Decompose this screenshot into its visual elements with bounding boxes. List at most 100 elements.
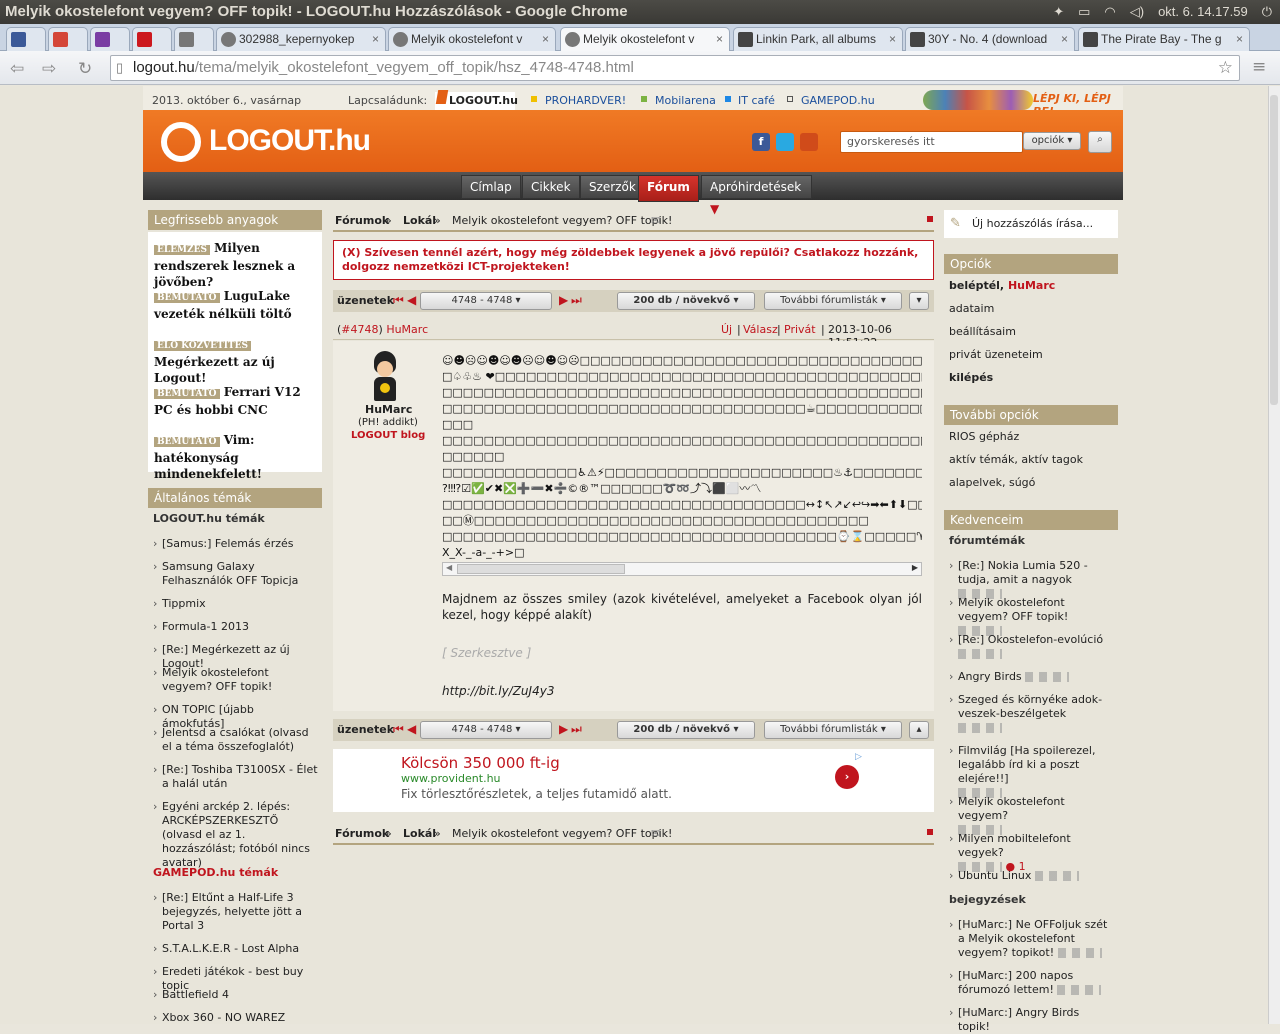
last-page-icon[interactable]: ⏭ bbox=[571, 722, 582, 737]
search-options-dropdown[interactable]: opciók ▾ bbox=[1023, 132, 1081, 150]
nav-cimlap[interactable]: Címlap bbox=[461, 175, 521, 199]
tab-app[interactable] bbox=[90, 27, 130, 51]
twitter-icon[interactable] bbox=[776, 133, 794, 151]
first-page-icon[interactable]: ⏮ bbox=[393, 722, 404, 737]
site-link-prohardver[interactable]: PROHARDVER! bbox=[545, 94, 626, 107]
topic-link[interactable]: Formula-1 2013 bbox=[153, 620, 318, 634]
tab-gmail[interactable] bbox=[48, 27, 88, 51]
close-tab-icon[interactable]: × bbox=[1236, 28, 1243, 50]
option-link[interactable]: beállításaim bbox=[949, 325, 1016, 338]
topic-link[interactable]: Egyéni arckép 2. lépés: ARCKÉPSZERKESZTŐ… bbox=[153, 800, 318, 870]
per-page-select[interactable]: 200 db / növekvő ▾ bbox=[617, 292, 755, 310]
tab-facebook[interactable] bbox=[6, 27, 46, 51]
topic-action-icons[interactable] bbox=[1025, 672, 1070, 682]
ad-url[interactable]: www.provident.hu bbox=[401, 772, 501, 785]
topic-link[interactable]: [Samus:] Felemás érzés bbox=[153, 537, 318, 551]
topic-action-icons[interactable] bbox=[1034, 871, 1079, 881]
tab-10[interactable]: The Pirate Bay - The g × bbox=[1078, 27, 1250, 51]
facebook-icon[interactable]: f bbox=[752, 133, 770, 151]
ad-box[interactable]: Kölcsön 350 000 ft-ig www.provident.hu F… bbox=[333, 749, 934, 812]
close-tab-icon[interactable]: × bbox=[889, 28, 896, 50]
topic-link[interactable]: Melyik okostelefont vegyem? OFF topik! bbox=[153, 666, 318, 694]
post-author[interactable]: HuMarc bbox=[386, 323, 428, 336]
prev-page-icon[interactable]: ◀ bbox=[407, 722, 416, 736]
topic-action-icons[interactable] bbox=[958, 649, 1002, 659]
news-item[interactable]: ÉLŐ KÖZVETÍTÉS Megérkezett az új Logout! bbox=[154, 336, 318, 386]
tab-9[interactable]: 30Y - No. 4 (download × bbox=[905, 27, 1075, 51]
address-bar[interactable]: ▯ logout.hu/tema/melyik_okostelefont_veg… bbox=[110, 55, 1240, 81]
clock[interactable]: okt. 6. 14.17.59 bbox=[1158, 0, 1248, 24]
post-number[interactable]: #4748 bbox=[341, 323, 378, 336]
close-tab-icon[interactable]: × bbox=[372, 28, 379, 50]
more-link[interactable]: aktív témák, aktív tagok bbox=[949, 453, 1083, 466]
next-page-icon[interactable]: ▶ bbox=[559, 722, 568, 736]
fav-topic[interactable]: Milyen mobiltelefont vegyek? ● 1 bbox=[949, 832, 1109, 874]
fav-topic[interactable]: [Re:] Okostelefon-evolúció bbox=[949, 633, 1109, 661]
collapse-button[interactable]: ▾ bbox=[909, 292, 929, 310]
page-range-select[interactable]: 4748 - 4748 ▾ bbox=[420, 721, 552, 739]
nav-szerzok[interactable]: Szerzők bbox=[580, 175, 645, 199]
nav-cikkek[interactable]: Cikkek bbox=[522, 175, 580, 199]
news-item[interactable]: BEMUTATÓ Ferrari V12 PC és hobbi CNC bbox=[154, 384, 318, 418]
breadcrumb-lokal[interactable]: Lokál bbox=[403, 827, 436, 840]
scroll-right-icon[interactable]: ▶ bbox=[912, 563, 918, 572]
blog-entry[interactable]: [HuMarc:] Angry Birds topik! bbox=[949, 1006, 1109, 1034]
dropbox-icon[interactable]: ✦ bbox=[1053, 0, 1064, 24]
topic-link[interactable]: Jelentsd a csalókat (olvasd el a téma ös… bbox=[153, 726, 318, 754]
per-page-select[interactable]: 200 db / növekvő ▾ bbox=[617, 721, 755, 739]
tab-5[interactable]: 302988_kepernyokep × bbox=[216, 27, 386, 51]
promo-banner[interactable]: (X) Szívesen tennél azért, hogy még zöld… bbox=[333, 240, 934, 280]
tab-active[interactable]: Melyik okostelefont v × bbox=[560, 27, 730, 52]
horizontal-scrollbar[interactable]: ◀ ▶ bbox=[442, 562, 922, 576]
nav-aprohirdetesek[interactable]: Apróhirdetések ▼ bbox=[701, 175, 812, 216]
topic-link[interactable]: Samsung Galaxy Felhasználók OFF Topicja bbox=[153, 560, 318, 588]
author-name[interactable]: HuMarc bbox=[365, 403, 412, 416]
close-tab-icon[interactable]: × bbox=[716, 28, 723, 50]
first-page-icon[interactable]: ⏮ bbox=[393, 293, 404, 308]
edited-note[interactable]: [ Szerkesztve ] bbox=[442, 646, 531, 660]
topic-link[interactable]: Xbox 360 - NO WAREZ bbox=[153, 1011, 318, 1025]
more-link[interactable]: alapelvek, súgó bbox=[949, 476, 1035, 489]
post-new[interactable]: Új bbox=[721, 323, 732, 336]
back-button[interactable]: ⇦ bbox=[10, 59, 24, 79]
wifi-icon[interactable]: ◠ bbox=[1104, 0, 1115, 24]
news-item[interactable]: BEMUTATÓ LuguLake vezeték nélküli töltő bbox=[154, 288, 318, 322]
ad-arrow-icon[interactable]: › bbox=[835, 765, 859, 789]
site-link-itcafe[interactable]: IT café bbox=[738, 94, 775, 107]
topic-link[interactable]: Tippmix bbox=[153, 597, 318, 611]
topic-link[interactable]: [Re:] Toshiba T3100SX - Élet a halál utá… bbox=[153, 763, 318, 791]
option-link[interactable]: adataim bbox=[949, 302, 994, 315]
battery-icon[interactable]: ▭ bbox=[1078, 0, 1090, 24]
scroll-top-button[interactable]: ▴ bbox=[909, 721, 929, 739]
new-post-button[interactable]: ✎ Új hozzászólás írása... bbox=[944, 210, 1118, 238]
scrollbar-thumb[interactable] bbox=[457, 564, 625, 574]
close-tab-icon[interactable]: × bbox=[1061, 28, 1068, 50]
fav-topic[interactable]: Angry Birds bbox=[949, 670, 1109, 684]
search-button[interactable]: ⌕ bbox=[1088, 131, 1112, 153]
more-lists-select[interactable]: További fórumlisták ▾ bbox=[764, 721, 902, 739]
tab-youtube[interactable] bbox=[132, 27, 172, 51]
volume-icon[interactable]: ◁) bbox=[1130, 0, 1144, 24]
tab-8[interactable]: Linkin Park, all albums × bbox=[733, 27, 903, 51]
post-link[interactable]: http://bit.ly/ZuJ4y3 bbox=[442, 684, 554, 698]
nav-forum[interactable]: Fórum bbox=[638, 175, 699, 202]
more-link[interactable]: RIOS gépház bbox=[949, 430, 1019, 443]
blog-entry[interactable]: [HuMarc:] 200 napos fórumozó lettem! bbox=[949, 969, 1109, 997]
site-logo[interactable]: LOGOUT.hu bbox=[209, 124, 371, 158]
prev-page-icon[interactable]: ◀ bbox=[407, 293, 416, 307]
rss-icon[interactable] bbox=[800, 133, 818, 151]
site-link-logout[interactable]: LOGOUT.hu bbox=[449, 94, 518, 107]
breadcrumb-lokal[interactable]: Lokál bbox=[403, 214, 436, 227]
blog-entry[interactable]: [HuMarc:] Ne OFFoljuk szét a Melyik okos… bbox=[949, 918, 1109, 960]
author-blog-link[interactable]: LOGOUT blog bbox=[351, 430, 425, 441]
next-page-icon[interactable]: ▶ bbox=[559, 293, 568, 307]
ad-title[interactable]: Kölcsön 350 000 ft-ig bbox=[401, 754, 560, 772]
breadcrumb-forums[interactable]: Fórumok bbox=[335, 827, 389, 840]
star-icon[interactable]: ☆ bbox=[1218, 56, 1233, 80]
fav-topic[interactable]: Szeged és környéke adok-veszek-beszélget… bbox=[949, 693, 1109, 735]
entry-action-icons[interactable] bbox=[1057, 948, 1102, 958]
menu-icon[interactable]: ≡ bbox=[1252, 57, 1266, 77]
news-item[interactable]: BEMUTATÓ Vim: hatékonyság mindenekfelett… bbox=[154, 432, 318, 482]
scroll-left-icon[interactable]: ◀ bbox=[446, 563, 452, 572]
forward-button[interactable]: ⇨ bbox=[42, 59, 56, 79]
